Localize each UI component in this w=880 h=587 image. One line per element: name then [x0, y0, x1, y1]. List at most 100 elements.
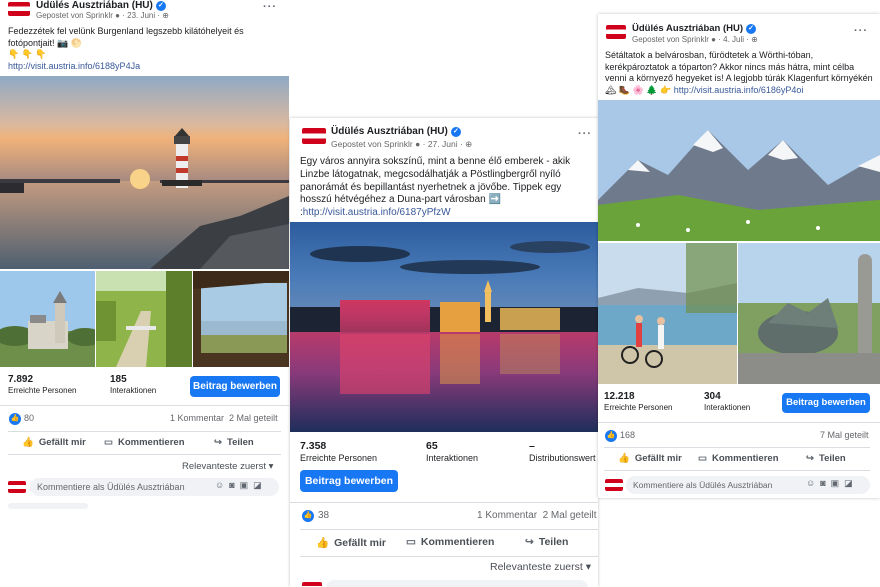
post-text: Sétáltatok a belvárosban, fürödtetek a W…	[605, 50, 873, 95]
comment-count[interactable]: 1 Kommentar	[170, 413, 224, 423]
share-count[interactable]: 2 Mal geteilt	[543, 510, 597, 521]
globe-icon: ⊕	[751, 35, 758, 44]
gif-icon[interactable]: ▣	[240, 480, 254, 490]
gif-icon[interactable]: ▣	[831, 478, 845, 488]
share-count[interactable]: 7 Mal geteilt	[820, 430, 869, 440]
boost-post-button[interactable]: Beitrag bewerben	[190, 376, 280, 397]
boost-post-button[interactable]: Beitrag bewerben	[782, 393, 870, 413]
more-dots-icon[interactable]: ···	[263, 1, 277, 13]
like-button[interactable]: 👍 Gefällt mir	[22, 437, 86, 448]
thumbs-up-icon: 👍	[316, 537, 330, 549]
post-date[interactable]: 27. Juni	[428, 139, 458, 149]
comment-button[interactable]: ▭ Kommentieren	[104, 437, 185, 448]
posted-via[interactable]: Gepostet von Sprinklr	[632, 35, 709, 44]
comment-tools: ☺◙▣◪	[806, 478, 858, 489]
divider	[604, 447, 870, 448]
share-button[interactable]: ↪ Teilen	[214, 437, 254, 448]
page-name[interactable]: Üdülés Ausztriában (HU) ✓	[331, 126, 461, 137]
post-link[interactable]: http://visit.austria.info/6186yP4oi	[674, 85, 804, 95]
caret-down-icon: ▾	[585, 561, 592, 573]
comment-button[interactable]: ▭ Kommentieren	[698, 453, 779, 464]
emoji-icon[interactable]: ☺	[806, 478, 820, 488]
photo-vineyard-path[interactable]	[96, 271, 192, 367]
post-date[interactable]: 23. Juni	[127, 11, 155, 20]
comment-count[interactable]: 1 Kommentar	[477, 510, 537, 521]
photo-lighthouse-sunset[interactable]	[0, 76, 289, 269]
verified-badge-icon: ✓	[450, 127, 461, 137]
sort-comments-dropdown[interactable]: Relevanteste zuerst ▾	[182, 461, 273, 472]
reach-label: Erreichte Personen	[604, 403, 673, 412]
like-count[interactable]: 38	[318, 510, 329, 521]
like-count[interactable]: 168	[620, 430, 635, 440]
comment-input[interactable]	[326, 580, 588, 587]
page-name[interactable]: Üdülés Ausztriában (HU) ✓	[632, 23, 757, 34]
post-meta: Gepostet von Sprinklr ● · 27. Juni · ⊕	[331, 139, 473, 149]
verified-badge-icon: ✓	[155, 1, 166, 11]
emoji-icon[interactable]: ☺	[215, 480, 229, 490]
comment-tools: ☺◙▣◪	[215, 480, 267, 491]
like-button[interactable]: 👍 Gefällt mir	[316, 536, 386, 549]
post-meta: Gepostet von Sprinklr ● · 23. Juni · ⊕	[36, 11, 169, 20]
share-arrow-icon: ↪	[214, 437, 222, 448]
comment-button[interactable]: ▭ Kommentieren	[406, 536, 494, 548]
speech-bubble-icon: ▭	[104, 437, 113, 448]
interactions-label: Interaktionen	[426, 453, 479, 463]
post-card-klagenfurt: Üdülés Ausztriában (HU) ✓ Gepostet von Sp…	[598, 14, 880, 498]
distribution-value: –	[529, 440, 535, 452]
like-button[interactable]: 👍 Gefällt mir	[618, 453, 682, 464]
comments-shares: 1 Kommentar 2 Mal geteilt	[170, 413, 278, 423]
photo-lindwurm-dragon-fountain[interactable]	[738, 243, 880, 384]
more-dots-icon[interactable]: ···	[854, 25, 868, 37]
post-text: Fedezzétek fel velünk Burgenland legszeb…	[8, 26, 244, 71]
reach-label: Erreichte Personen	[300, 453, 378, 463]
commenter-avatar-flag	[302, 582, 322, 587]
speech-bubble-icon: ▭	[698, 453, 707, 464]
post-card-burgenland: Üdülés Ausztriában (HU) ✓ Gepostet von Sp…	[0, 0, 289, 587]
globe-icon: ⊕	[465, 139, 473, 149]
sort-comments-dropdown[interactable]: Relevanteste zuerst ▾	[490, 561, 591, 573]
boost-post-button[interactable]: Beitrag bewerben	[300, 470, 398, 492]
posted-via[interactable]: Gepostet von Sprinklr	[331, 139, 413, 149]
post-link[interactable]: http://visit.austria.info/6187yPfzW	[303, 207, 451, 218]
comment-preview-placeholder	[8, 503, 88, 509]
page-avatar-flag[interactable]	[606, 25, 626, 39]
photo-linz-night-danube[interactable]	[290, 222, 598, 432]
share-arrow-icon: ↪	[806, 453, 814, 464]
post-text: Egy város annyira sokszínű, mint a benne…	[300, 156, 571, 219]
interactions-label: Interaktionen	[110, 386, 157, 395]
more-dots-icon[interactable]: ···	[578, 128, 592, 140]
post-date[interactable]: 4. Juli	[723, 35, 744, 44]
thumbs-up-icon: 👍	[22, 437, 34, 448]
share-button[interactable]: ↪ Teilen	[806, 453, 846, 464]
speech-bubble-icon: ▭	[406, 536, 416, 548]
like-reaction-icon[interactable]: 👍	[302, 510, 314, 522]
post-link[interactable]: http://visit.austria.info/6188yP4Ja	[8, 61, 140, 71]
divider	[0, 405, 289, 406]
photo-alpine-meadow[interactable]	[598, 100, 880, 241]
sticker-icon[interactable]: ◪	[844, 478, 858, 488]
posted-via[interactable]: Gepostet von Sprinklr	[36, 11, 113, 20]
divider	[300, 529, 598, 530]
page-name[interactable]: Üdülés Ausztriában (HU) ✓	[36, 0, 166, 11]
share-arrow-icon: ↪	[525, 536, 534, 548]
camera-icon[interactable]: ◙	[229, 480, 239, 490]
page-avatar-flag[interactable]	[8, 2, 30, 16]
photo-cyclists-lakeshore[interactable]	[598, 243, 737, 384]
thumbs-up-icon: 👍	[618, 453, 630, 464]
like-reaction-icon[interactable]: 👍	[9, 413, 21, 425]
distribution-label: Distributionswert	[529, 453, 596, 463]
share-button[interactable]: ↪ Teilen	[525, 536, 568, 548]
reach-label: Erreichte Personen	[8, 386, 77, 395]
commenter-avatar-flag	[605, 479, 623, 491]
verified-badge-icon: ✓	[746, 24, 757, 34]
photo-castle[interactable]	[0, 271, 95, 367]
page-avatar-flag[interactable]	[302, 128, 326, 144]
like-count[interactable]: 80	[24, 413, 34, 423]
like-reaction-icon[interactable]: 👍	[605, 430, 617, 442]
divider	[8, 454, 281, 455]
divider	[8, 431, 281, 432]
share-count[interactable]: 2 Mal geteilt	[229, 413, 278, 423]
camera-icon[interactable]: ◙	[820, 478, 830, 488]
sticker-icon[interactable]: ◪	[253, 480, 267, 490]
photo-lake-viewpoint[interactable]	[193, 271, 289, 367]
